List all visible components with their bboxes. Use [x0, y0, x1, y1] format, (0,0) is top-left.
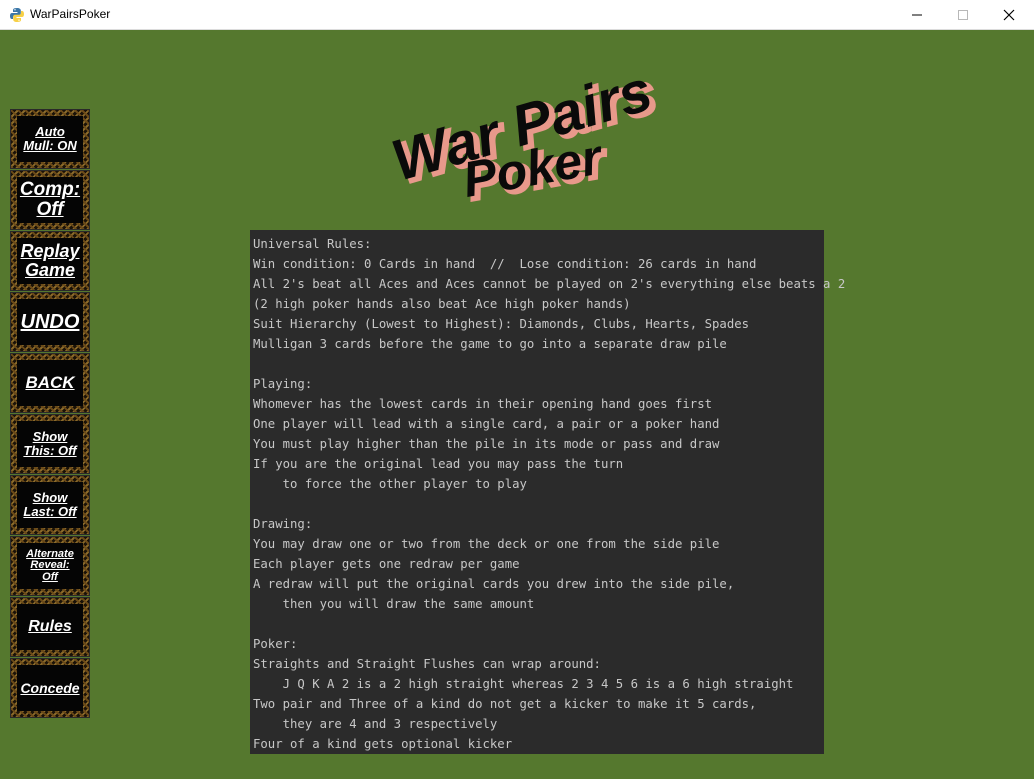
- auto-mulligan-label: Auto Mull: ON: [23, 124, 77, 153]
- rules-line: Drawing:: [253, 517, 313, 531]
- show-last-button[interactable]: Show Last: Off: [10, 475, 90, 535]
- undo-button[interactable]: UNDO: [10, 292, 90, 352]
- rules-panel: Universal Rules: Win condition: 0 Cards …: [250, 230, 845, 754]
- minimize-icon: [912, 14, 922, 16]
- computer-toggle-label: Comp: Off: [19, 179, 81, 220]
- rules-line: Universal Rules:: [253, 237, 372, 251]
- rules-line: Two pair and Three of a kind do not get …: [253, 697, 757, 711]
- rules-line: If you are the original lead you may pas…: [253, 457, 624, 471]
- rules-line: J Q K A 2 is a 2 high straight whereas 2…: [253, 677, 794, 691]
- rules-line: Each player gets one redraw per game: [253, 557, 520, 571]
- rules-line: Playing:: [253, 377, 313, 391]
- rules-label: Rules: [28, 617, 72, 635]
- computer-toggle-button[interactable]: Comp: Off: [10, 170, 90, 230]
- concede-label: Concede: [20, 679, 80, 696]
- rules-line: Suit Hierarchy (Lowest to Highest): Diam…: [253, 317, 750, 331]
- window-titlebar: WarPairsPoker: [0, 0, 1034, 30]
- window-title: WarPairsPoker: [30, 7, 111, 21]
- rules-button[interactable]: Rules: [10, 597, 90, 657]
- close-icon: [1003, 9, 1015, 21]
- undo-label: UNDO: [20, 310, 80, 333]
- rules-line: Mulligan 3 cards before the game to go i…: [253, 337, 727, 351]
- game-logo: War Pairs War Pairs Poker Poker: [385, 58, 666, 206]
- maximize-button[interactable]: [940, 0, 986, 30]
- rules-line: One player will lead with a single card,…: [253, 417, 720, 431]
- rules-line: to force the other player to play: [253, 477, 527, 491]
- replay-game-label: Replay Game: [20, 241, 80, 280]
- minimize-button[interactable]: [894, 0, 940, 30]
- rules-line: (2 high poker hands also beat Ace high p…: [253, 297, 631, 311]
- rules-line: then you will draw the same amount: [253, 597, 535, 611]
- rules-line: Straights and Straight Flushes can wrap …: [253, 657, 601, 671]
- rules-line: You may draw one or two from the deck or…: [253, 537, 720, 551]
- rules-line: they are 4 and 3 respectively: [253, 717, 498, 731]
- rules-text: Universal Rules: Win condition: 0 Cards …: [250, 230, 845, 754]
- alternate-reveal-label: Alternate Reveal: Off: [26, 547, 74, 583]
- rules-line: Poker:: [253, 637, 298, 651]
- replay-game-button[interactable]: Replay Game: [10, 231, 90, 291]
- auto-mulligan-button[interactable]: Auto Mull: ON: [10, 109, 90, 169]
- back-label: BACK: [25, 373, 75, 393]
- close-button[interactable]: [986, 0, 1032, 30]
- rules-line: Four of a kind gets optional kicker: [253, 737, 513, 751]
- rules-line: A redraw will put the original cards you…: [253, 577, 735, 591]
- rules-line: Whomever has the lowest cards in their o…: [253, 397, 713, 411]
- back-button[interactable]: BACK: [10, 353, 90, 413]
- python-icon: [10, 8, 24, 22]
- show-this-button[interactable]: Show This: Off: [10, 414, 90, 474]
- maximize-icon: [958, 10, 968, 20]
- rules-line: You must play higher than the pile in it…: [253, 437, 720, 451]
- alternate-reveal-button[interactable]: Alternate Reveal: Off: [10, 536, 90, 596]
- rules-line: Win condition: 0 Cards in hand // Lose c…: [253, 257, 757, 271]
- show-this-label: Show This: Off: [23, 429, 77, 458]
- rules-line: All 2's beat all Aces and Aces cannot be…: [253, 277, 846, 291]
- show-last-label: Show Last: Off: [23, 490, 77, 519]
- concede-button[interactable]: Concede: [10, 658, 90, 718]
